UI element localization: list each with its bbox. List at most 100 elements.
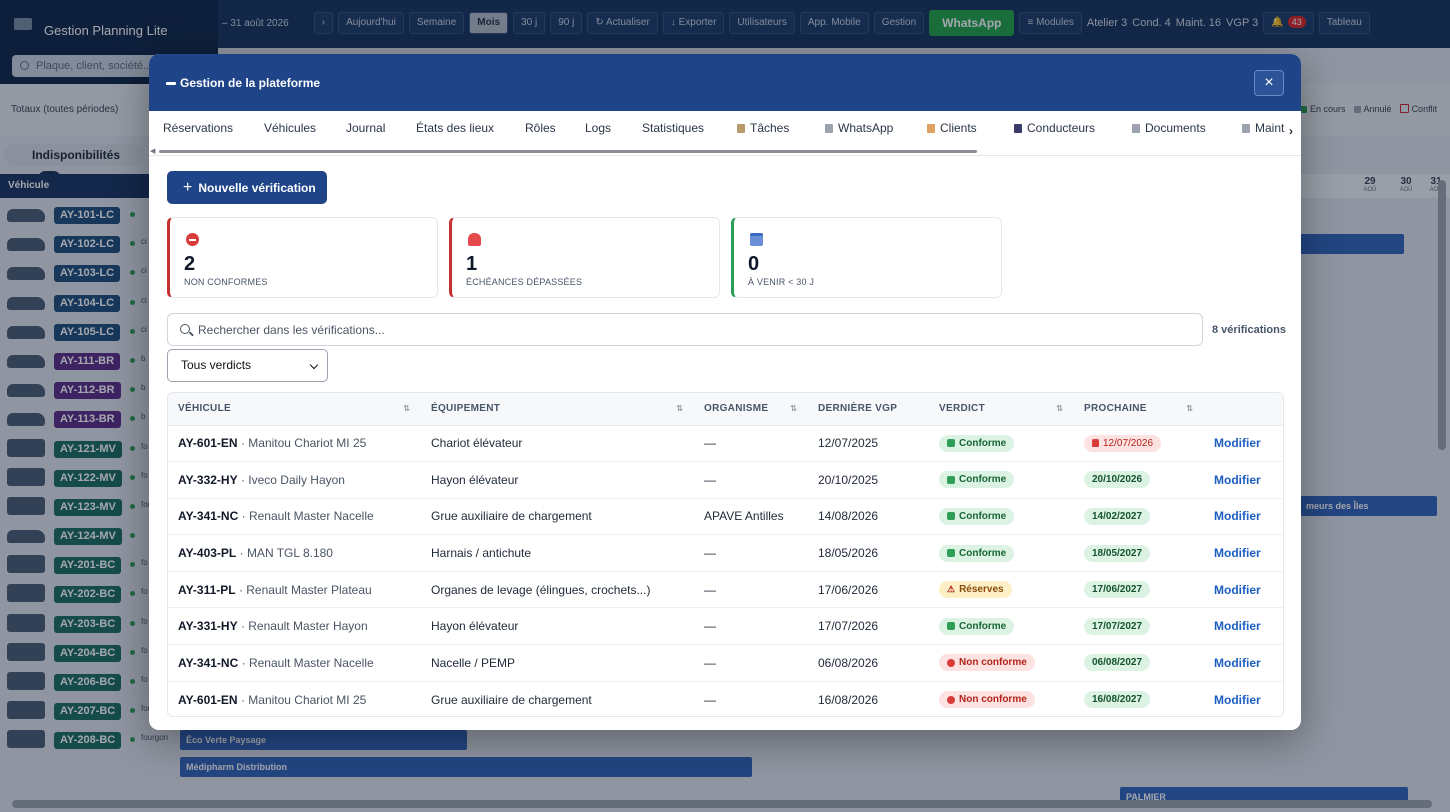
cell-vehicule: AY-341-NC · Renault Master Nacelle xyxy=(168,498,421,536)
cell-equipement: Grue auxiliaire de chargement xyxy=(421,498,694,536)
cell-verdict: Non conforme xyxy=(929,681,1074,716)
edit-link[interactable]: Modifier xyxy=(1214,473,1261,487)
tab-statistiques[interactable]: Statistiques xyxy=(642,121,704,135)
tab-r-servations[interactable]: Réservations xyxy=(163,121,233,135)
new-verification-button[interactable]: + Nouvelle vérification xyxy=(167,171,327,204)
edit-link[interactable]: Modifier xyxy=(1214,509,1261,523)
sort-icon[interactable]: ⇅ xyxy=(403,404,410,413)
sort-icon[interactable]: ⇅ xyxy=(1056,404,1063,413)
table-row[interactable]: AY-341-NC · Renault Master Nacelle Nacell… xyxy=(168,644,1283,682)
tab-conducteurs[interactable]: Conducteurs xyxy=(1014,121,1095,135)
modal-title: Gestion de la plateforme xyxy=(166,76,320,90)
cell-vehicule: AY-601-EN · Manitou Chariot MI 25 xyxy=(168,681,421,716)
edit-link[interactable]: Modifier xyxy=(1214,583,1261,597)
tab-logs[interactable]: Logs xyxy=(585,121,611,135)
tab-label: Statistiques xyxy=(642,121,705,135)
verdict-badge: ⚠ Réserves xyxy=(939,581,1012,599)
edit-link[interactable]: Modifier xyxy=(1214,436,1261,450)
tab-scrollbar[interactable] xyxy=(159,150,977,153)
cell-organisme: — xyxy=(694,644,808,682)
verdict-text: Conforme xyxy=(959,474,1007,486)
clipboard-icon xyxy=(737,123,745,133)
tab-r-les[interactable]: Rôles xyxy=(525,121,556,135)
tab-next-icon[interactable]: › xyxy=(1289,124,1293,138)
row-model: · Manitou Chariot MI 25 xyxy=(240,436,367,451)
dash-icon xyxy=(166,81,176,85)
cell-verdict: Conforme xyxy=(929,461,1074,499)
cell-actions: Modifier xyxy=(1204,534,1283,572)
row-model: · Renault Master Nacelle xyxy=(241,509,374,524)
tab-label: Réservations xyxy=(163,121,234,135)
cell-organisme: APAVE Antilles xyxy=(694,498,808,536)
tab-journal[interactable]: Journal xyxy=(346,121,385,135)
edit-link[interactable]: Modifier xyxy=(1214,693,1261,707)
column-header-organisme[interactable]: ORGANISME ⇅ xyxy=(694,393,808,426)
edit-link[interactable]: Modifier xyxy=(1214,656,1261,670)
sort-icon[interactable]: ⇅ xyxy=(790,404,797,413)
card-label: NON CONFORMES xyxy=(184,277,268,287)
column-header-derniere-vgp[interactable]: DERNIÈRE VGP xyxy=(808,393,929,426)
tab-t-ches[interactable]: Tâches xyxy=(737,121,789,135)
sort-icon[interactable]: ⇅ xyxy=(1186,404,1193,413)
cell-equipement: Harnais / antichute xyxy=(421,534,694,572)
check-icon xyxy=(947,549,955,558)
tab-label: Véhicules xyxy=(264,121,317,135)
tab-label: Tâches xyxy=(750,121,790,135)
row-model: · Renault Master Nacelle xyxy=(241,655,374,670)
row-plate: AY-332-HY xyxy=(178,472,238,487)
person-icon xyxy=(1014,123,1022,133)
tab-scroll-left-icon[interactable]: ◀ xyxy=(150,147,155,155)
verdict-badge: Conforme xyxy=(939,617,1015,635)
tab--tats-des-lieux[interactable]: États des lieux xyxy=(416,121,494,135)
verification-search-input[interactable] xyxy=(198,314,1188,345)
next-date-badge: 06/08/2027 xyxy=(1084,654,1151,672)
column-header-verdict[interactable]: VERDICT ⇅ xyxy=(929,393,1074,426)
table-row[interactable]: AY-601-EN · Manitou Chariot MI 25 Chariot… xyxy=(168,425,1283,463)
column-header-vehicule[interactable]: VÉHICULE ⇅ xyxy=(168,393,421,426)
cell-derniere-vgp: 20/10/2025 xyxy=(808,461,929,499)
tab-documents[interactable]: Documents xyxy=(1132,121,1206,135)
cell-derniere-vgp: 17/06/2026 xyxy=(808,571,929,609)
tab-maint[interactable]: Maint xyxy=(1242,121,1284,135)
next-date-badge: 17/07/2027 xyxy=(1084,617,1151,635)
sort-icon[interactable]: ⇅ xyxy=(676,404,683,413)
next-date-text: 18/05/2027 xyxy=(1092,547,1143,559)
summary-card: 0 À VENIR < 30 J xyxy=(731,217,1002,298)
cell-verdict: Conforme xyxy=(929,498,1074,536)
cell-derniere-vgp: 17/07/2026 xyxy=(808,607,929,646)
table-row[interactable]: AY-601-EN · Manitou Chariot MI 25 Grue au… xyxy=(168,681,1283,716)
cell-organisme: — xyxy=(704,692,716,707)
row-model: · Renault Master Plateau xyxy=(238,582,372,597)
row-plate: AY-341-NC xyxy=(178,509,239,524)
verdict-filter-select[interactable]: Tous verdicts xyxy=(167,349,328,382)
tab-v-hicules[interactable]: Véhicules xyxy=(264,121,316,135)
table-row[interactable]: AY-331-HY · Renault Master Hayon Hayon él… xyxy=(168,607,1283,646)
verdict-badge: Conforme xyxy=(939,471,1015,489)
table-row[interactable]: AY-311-PL · Renault Master Plateau Organe… xyxy=(168,571,1283,609)
table-row[interactable]: AY-341-NC · Renault Master Nacelle Grue a… xyxy=(168,498,1283,536)
column-header-prochaine[interactable]: PROCHAINE ⇅ xyxy=(1074,393,1204,426)
cell-equipement: Nacelle / PEMP xyxy=(421,644,694,682)
cell-vehicule: AY-332-HY · Iveco Daily Hayon xyxy=(168,461,421,499)
verdict-badge: Conforme xyxy=(939,434,1015,452)
tab-whatsapp[interactable]: WhatsApp xyxy=(825,121,893,135)
next-date-text: 17/07/2027 xyxy=(1092,620,1143,632)
verdict-text: Non conforme xyxy=(959,657,1027,669)
verification-count: 8 vérifications xyxy=(1212,324,1286,336)
table-row[interactable]: AY-403-PL · MAN TGL 8.180 Harnais / antic… xyxy=(168,534,1283,572)
tab-clients[interactable]: Clients xyxy=(927,121,977,135)
column-header-equipement[interactable]: ÉQUIPEMENT ⇅ xyxy=(421,393,694,426)
verification-search[interactable] xyxy=(167,313,1203,346)
verifications-table: VÉHICULE ⇅ ÉQUIPEMENT ⇅ ORGANISME ⇅ DERNIÈR… xyxy=(167,392,1284,717)
edit-link[interactable]: Modifier xyxy=(1214,546,1261,560)
close-button[interactable]: × xyxy=(1254,70,1284,96)
alarm-icon xyxy=(468,233,481,246)
next-date-badge: 17/06/2027 xyxy=(1084,581,1151,599)
table-row[interactable]: AY-332-HY · Iveco Daily Hayon Hayon éléva… xyxy=(168,461,1283,499)
warning-icon: ⚠ xyxy=(947,584,956,595)
edit-link[interactable]: Modifier xyxy=(1214,619,1261,633)
cell-equipement: Hayon élévateur xyxy=(421,607,694,646)
next-date-text: 06/08/2027 xyxy=(1092,657,1143,669)
cell-derniere-vgp: 12/07/2025 xyxy=(808,425,929,463)
next-date-badge: 18/05/2027 xyxy=(1084,544,1151,562)
